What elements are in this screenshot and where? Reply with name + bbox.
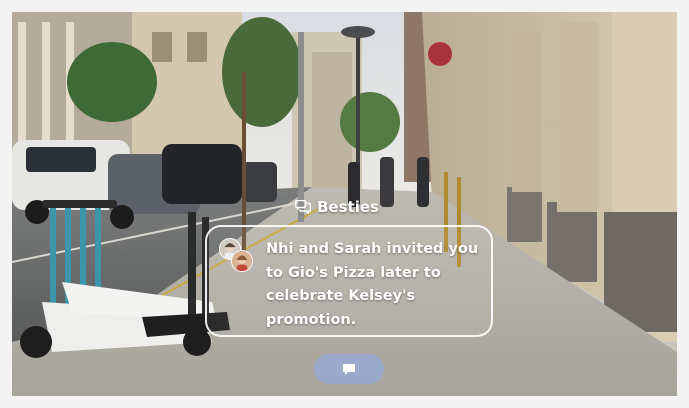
notification-card[interactable]: Nhi and Sarah invited you to Gio's Pizza… [205, 225, 493, 337]
group-name: Besties [317, 198, 379, 216]
avatar [231, 250, 253, 272]
notification-header: Besties [294, 198, 379, 216]
reply-button[interactable] [314, 354, 384, 384]
chat-bubbles-icon [294, 199, 312, 216]
avatar-group [219, 238, 253, 272]
chat-bubble-icon [342, 363, 356, 376]
notification-message: Nhi and Sarah invited you to Gio's Pizza… [266, 241, 479, 328]
camera-view: Besties Nhi and Sarah invited you to Gio… [12, 12, 677, 396]
